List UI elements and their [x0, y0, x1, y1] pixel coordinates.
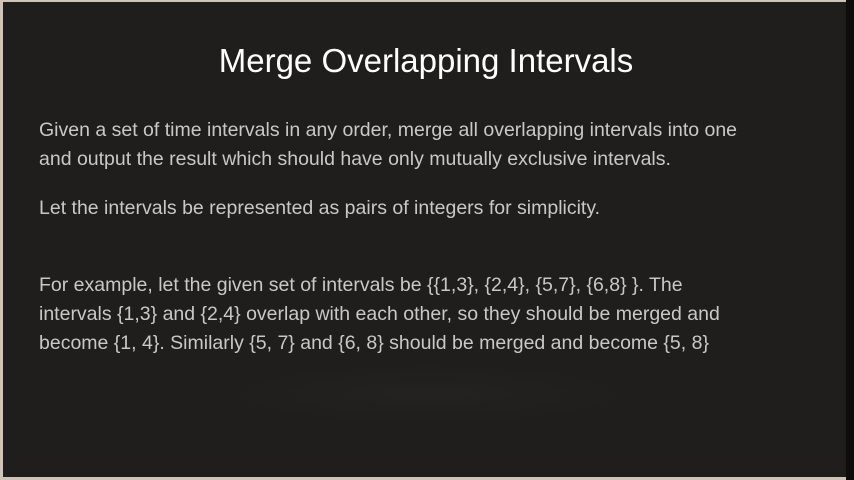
- paragraph-representation: Let the intervals be represented as pair…: [39, 194, 829, 223]
- paragraph-example: For example, let the given set of interv…: [39, 271, 829, 358]
- paragraph-line: become {1, 4}. Similarly {5, 7} and {6, …: [39, 332, 709, 354]
- paragraph-line: Let the intervals be represented as pair…: [39, 197, 601, 219]
- faded-background-text: [223, 364, 633, 424]
- paragraph-line: and output the result which should have …: [39, 148, 671, 170]
- paragraph-line: Given a set of time intervals in any ord…: [39, 119, 738, 141]
- paragraph-line: For example, let the given set of interv…: [39, 274, 683, 296]
- slide-title: Merge Overlapping Intervals: [218, 42, 634, 79]
- paragraph-problem-statement: Given a set of time intervals in any ord…: [39, 116, 829, 174]
- paragraph-line: intervals {1,3} and {2,4} overlap with e…: [39, 303, 720, 325]
